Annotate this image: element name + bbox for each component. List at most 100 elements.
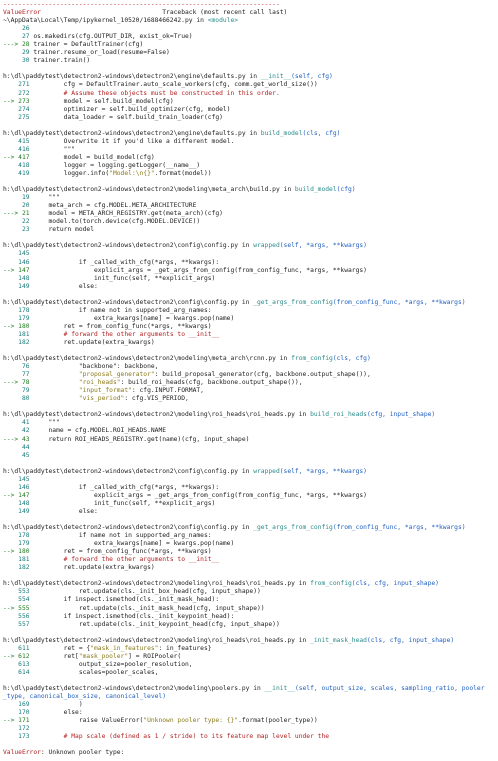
traceback-line: h:\dl\paddytest\detectron2-windows\detec…: [3, 411, 497, 419]
traceback-segment: 19: [3, 194, 34, 202]
traceback-segment: h:\dl\paddytest\detectron2-windows\detec…: [3, 580, 311, 588]
traceback-segment: h:\dl\paddytest\detectron2-windows\detec…: [3, 242, 254, 250]
traceback-segment: explicit_args = _get_args_from_config(fr…: [33, 266, 367, 274]
traceback-segment: h:\dl\paddytest\detectron2-windows\detec…: [3, 684, 265, 692]
traceback-line: _type, canonical_box_size, canonical_lev…: [3, 693, 497, 701]
traceback-line: 20 meta_arch = cfg.MODEL.META_ARCHITECTU…: [3, 202, 497, 210]
traceback-line: 148 init_func(self, **explicit_args): [3, 500, 497, 508]
traceback-segment: ----------------------------------------…: [3, 1, 280, 8]
traceback-segment: 178: [3, 532, 34, 540]
traceback-segment: if inspect.ismethod(cls._init_mask_head)…: [33, 596, 220, 604]
traceback-line: ---> 78 "roi_heads": build_roi_heads(cfg…: [3, 379, 497, 387]
traceback-line: 146 if _called_with_cfg(*args, **kwargs)…: [3, 484, 497, 492]
traceback-segment: 148: [3, 499, 34, 507]
traceback-line: h:\dl\paddytest\detectron2-windows\detec…: [3, 637, 497, 645]
traceback-segment: 611: [3, 644, 34, 652]
traceback-segment: # Assume these objects must be construct…: [33, 89, 280, 97]
traceback-segment: return ROI_HEADS_REGISTRY.get(name)(cfg,…: [33, 435, 250, 443]
traceback-segment: from_config: [291, 355, 333, 363]
traceback-line: [3, 403, 497, 411]
traceback-line: h:\dl\paddytest\detectron2-windows\detec…: [3, 524, 497, 532]
traceback-segment: : build_proposal_generator(cfg, backbone…: [154, 371, 371, 379]
traceback-segment: meta_arch = cfg.MODEL.META_ARCHITECTURE: [33, 202, 197, 210]
traceback-segment: # forward the other arguments to __init_…: [33, 330, 220, 338]
traceback-line: --> 417 model = build_model(cfg): [3, 154, 497, 162]
traceback-line: --> 171 raise ValueError("Unknown pooler…: [3, 717, 497, 725]
traceback-line: --> 180 ret = from_config_func(*args, **…: [3, 548, 497, 556]
traceback-segment: else:: [33, 709, 83, 717]
traceback-line: [3, 516, 497, 524]
traceback-line: h:\dl\paddytest\detectron2-windows\detec…: [3, 355, 497, 363]
traceback-segment: 419: [3, 169, 34, 177]
traceback-segment: ---> 43: [3, 435, 34, 443]
traceback-segment: 556: [3, 612, 34, 620]
traceback-segment: build_model: [294, 186, 337, 194]
traceback-segment: ---> 28: [3, 41, 34, 49]
traceback-line: --> 612 ret["mask_pooler"] = ROIPooler(: [3, 653, 497, 661]
traceback-line: [3, 65, 497, 73]
traceback-segment: 23: [3, 226, 34, 234]
traceback-line: h:\dl\paddytest\detectron2-windows\detec…: [3, 685, 497, 693]
traceback-segment: h:\dl\paddytest\detectron2-windows\detec…: [3, 298, 254, 306]
traceback-segment: 146: [3, 258, 34, 266]
traceback-segment: 178: [3, 306, 34, 314]
traceback-segment: 146: [3, 483, 34, 491]
traceback-segment: ~\AppData\Local\Temp/ipykernel_10520/168…: [3, 17, 208, 25]
traceback-segment: output_size=pooler_resolution,: [33, 660, 193, 668]
traceback-segment: ret[: [33, 652, 79, 660]
traceback-line: 77 "proposal_generator": build_proposal_…: [3, 371, 497, 379]
traceback-segment: (cls, cfg, input_shape): [366, 636, 455, 644]
traceback-segment: return model: [33, 226, 95, 234]
traceback-segment: ret.update(cls._init_box_head(cfg, input…: [33, 588, 261, 596]
traceback-segment: if _called_with_cfg(*args, **kwargs):: [33, 258, 220, 266]
traceback-segment: h:\dl\paddytest\detectron2-windows\detec…: [3, 186, 295, 194]
traceback-line: 169 ): [3, 701, 497, 709]
traceback-segment: 557: [3, 620, 34, 628]
traceback-segment: 613: [3, 660, 34, 668]
traceback-line: h:\dl\paddytest\detectron2-windows\detec…: [3, 299, 497, 307]
traceback-segment: h:\dl\paddytest\detectron2-windows\detec…: [3, 129, 261, 137]
traceback-segment: --> 180: [3, 322, 34, 330]
traceback-segment: "mask_pooler": [78, 652, 129, 660]
traceback-line: 76 "backbone": backbone,: [3, 363, 497, 371]
traceback-line: 79 "input_format": cfg.INPUT.FORMAT,: [3, 387, 497, 395]
traceback-segment: "input_format": [33, 387, 132, 395]
traceback-segment: trainer.train(): [33, 57, 91, 65]
traceback-line: --> 147 explicit_args = _get_args_from_c…: [3, 492, 497, 500]
traceback-line: 41 """: [3, 419, 497, 427]
traceback-line: ---> 28 trainer = DefaultTrainer(cfg): [3, 41, 497, 49]
traceback-segment: 26: [3, 25, 30, 33]
traceback-segment: os.makedirs(cfg.OUTPUT_DIR, exist_ok=Tru…: [33, 33, 193, 41]
traceback-segment: 554: [3, 596, 34, 604]
traceback-line: 182 ret.update(extra_kwargs): [3, 339, 497, 347]
traceback-segment: 45: [3, 451, 30, 459]
traceback-line: 173 # Map scale (defined as 1 / stride) …: [3, 733, 497, 741]
traceback-segment: model = META_ARCH_REGISTRY.get(meta_arch…: [33, 210, 223, 218]
traceback-line: 554 if inspect.ismethod(cls._init_mask_h…: [3, 596, 497, 604]
traceback-line: [3, 291, 497, 299]
traceback-segment: .format(pooler_type)): [238, 717, 318, 725]
traceback-line: 181 # forward the other arguments to __i…: [3, 331, 497, 339]
traceback-segment: scales=pooler_scales,: [33, 668, 159, 676]
traceback-segment: 44: [3, 443, 30, 451]
traceback-segment: else:: [33, 282, 98, 290]
traceback-segment: 79: [3, 387, 34, 395]
traceback-segment: --> 147: [3, 491, 34, 499]
traceback-segment: h:\dl\paddytest\detectron2-windows\detec…: [3, 73, 261, 81]
traceback-line: [3, 572, 497, 580]
traceback-segment: """: [33, 419, 60, 427]
traceback-segment: (self, *args, **kwargs): [279, 242, 367, 250]
traceback-line: [3, 460, 497, 468]
traceback-line: 22 model.to(torch.device(cfg.MODEL.DEVIC…: [3, 218, 497, 226]
traceback-line: ValueError Traceback (most recent call l…: [3, 9, 497, 17]
traceback-line: --> 273 model = self.build_model(cfg): [3, 98, 497, 106]
traceback-line: 146 if _called_with_cfg(*args, **kwargs)…: [3, 259, 497, 267]
traceback-segment: <module>: [207, 17, 239, 25]
traceback-line: h:\dl\paddytest\detectron2-windows\detec…: [3, 580, 497, 588]
traceback-segment: logger.info(: [33, 169, 110, 177]
traceback-segment: # forward the other arguments to __init_…: [33, 556, 220, 564]
traceback-line: [3, 741, 497, 749]
traceback-segment: --> 147: [3, 266, 34, 274]
traceback-line: h:\dl\paddytest\detectron2-windows\detec…: [3, 73, 497, 81]
traceback-segment: extra_kwargs[name] = kwargs.pop(name): [33, 314, 235, 322]
